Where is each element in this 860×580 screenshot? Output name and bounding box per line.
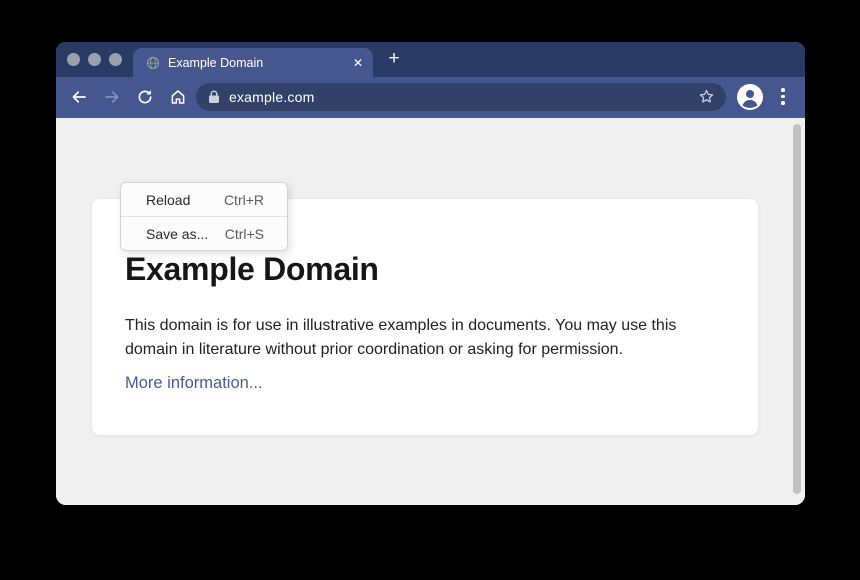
browser-window: Example Domain ✕ + <box>56 42 805 505</box>
reload-button[interactable] <box>135 87 155 107</box>
forward-button[interactable] <box>102 87 122 107</box>
browser-toolbar: example.com <box>56 77 805 118</box>
menu-item-shortcut: Ctrl+S <box>225 226 264 242</box>
context-menu: Reload Ctrl+R Save as... Ctrl+S <box>120 182 288 251</box>
page-title: Example Domain <box>125 251 725 288</box>
globe-favicon-icon <box>146 56 160 70</box>
bookmark-star-icon[interactable] <box>696 87 716 107</box>
scrollbar[interactable] <box>793 124 801 494</box>
lock-icon <box>208 90 220 104</box>
url-text: example.com <box>229 89 314 105</box>
more-information-link[interactable]: More information... <box>125 374 263 393</box>
menu-item-shortcut: Ctrl+R <box>224 192 264 208</box>
browser-tab-example-domain[interactable]: Example Domain ✕ <box>133 48 373 77</box>
traffic-lights <box>67 53 122 66</box>
tab-title: Example Domain <box>168 56 345 70</box>
home-button[interactable] <box>168 87 188 107</box>
address-bar[interactable]: example.com <box>196 83 726 111</box>
menu-item-save-as[interactable]: Save as... Ctrl+S <box>121 217 287 250</box>
back-button[interactable] <box>69 87 89 107</box>
page-viewport: Example Domain This domain is for use in… <box>56 118 805 505</box>
tab-close-icon[interactable]: ✕ <box>353 57 363 69</box>
window-zoom-button[interactable] <box>109 53 122 66</box>
menu-item-label: Save as... <box>146 226 208 242</box>
desktop-background: Example Domain ✕ + <box>0 0 860 580</box>
window-titlebar: Example Domain ✕ + <box>56 42 805 77</box>
window-minimize-button[interactable] <box>88 53 101 66</box>
browser-menu-icon[interactable] <box>774 86 792 108</box>
profile-avatar-icon[interactable] <box>737 84 763 110</box>
menu-item-label: Reload <box>146 192 190 208</box>
new-tab-button[interactable]: + <box>382 47 406 71</box>
window-close-button[interactable] <box>67 53 80 66</box>
menu-item-reload[interactable]: Reload Ctrl+R <box>121 183 287 216</box>
page-paragraph: This domain is for use in illustrative e… <box>125 314 713 362</box>
